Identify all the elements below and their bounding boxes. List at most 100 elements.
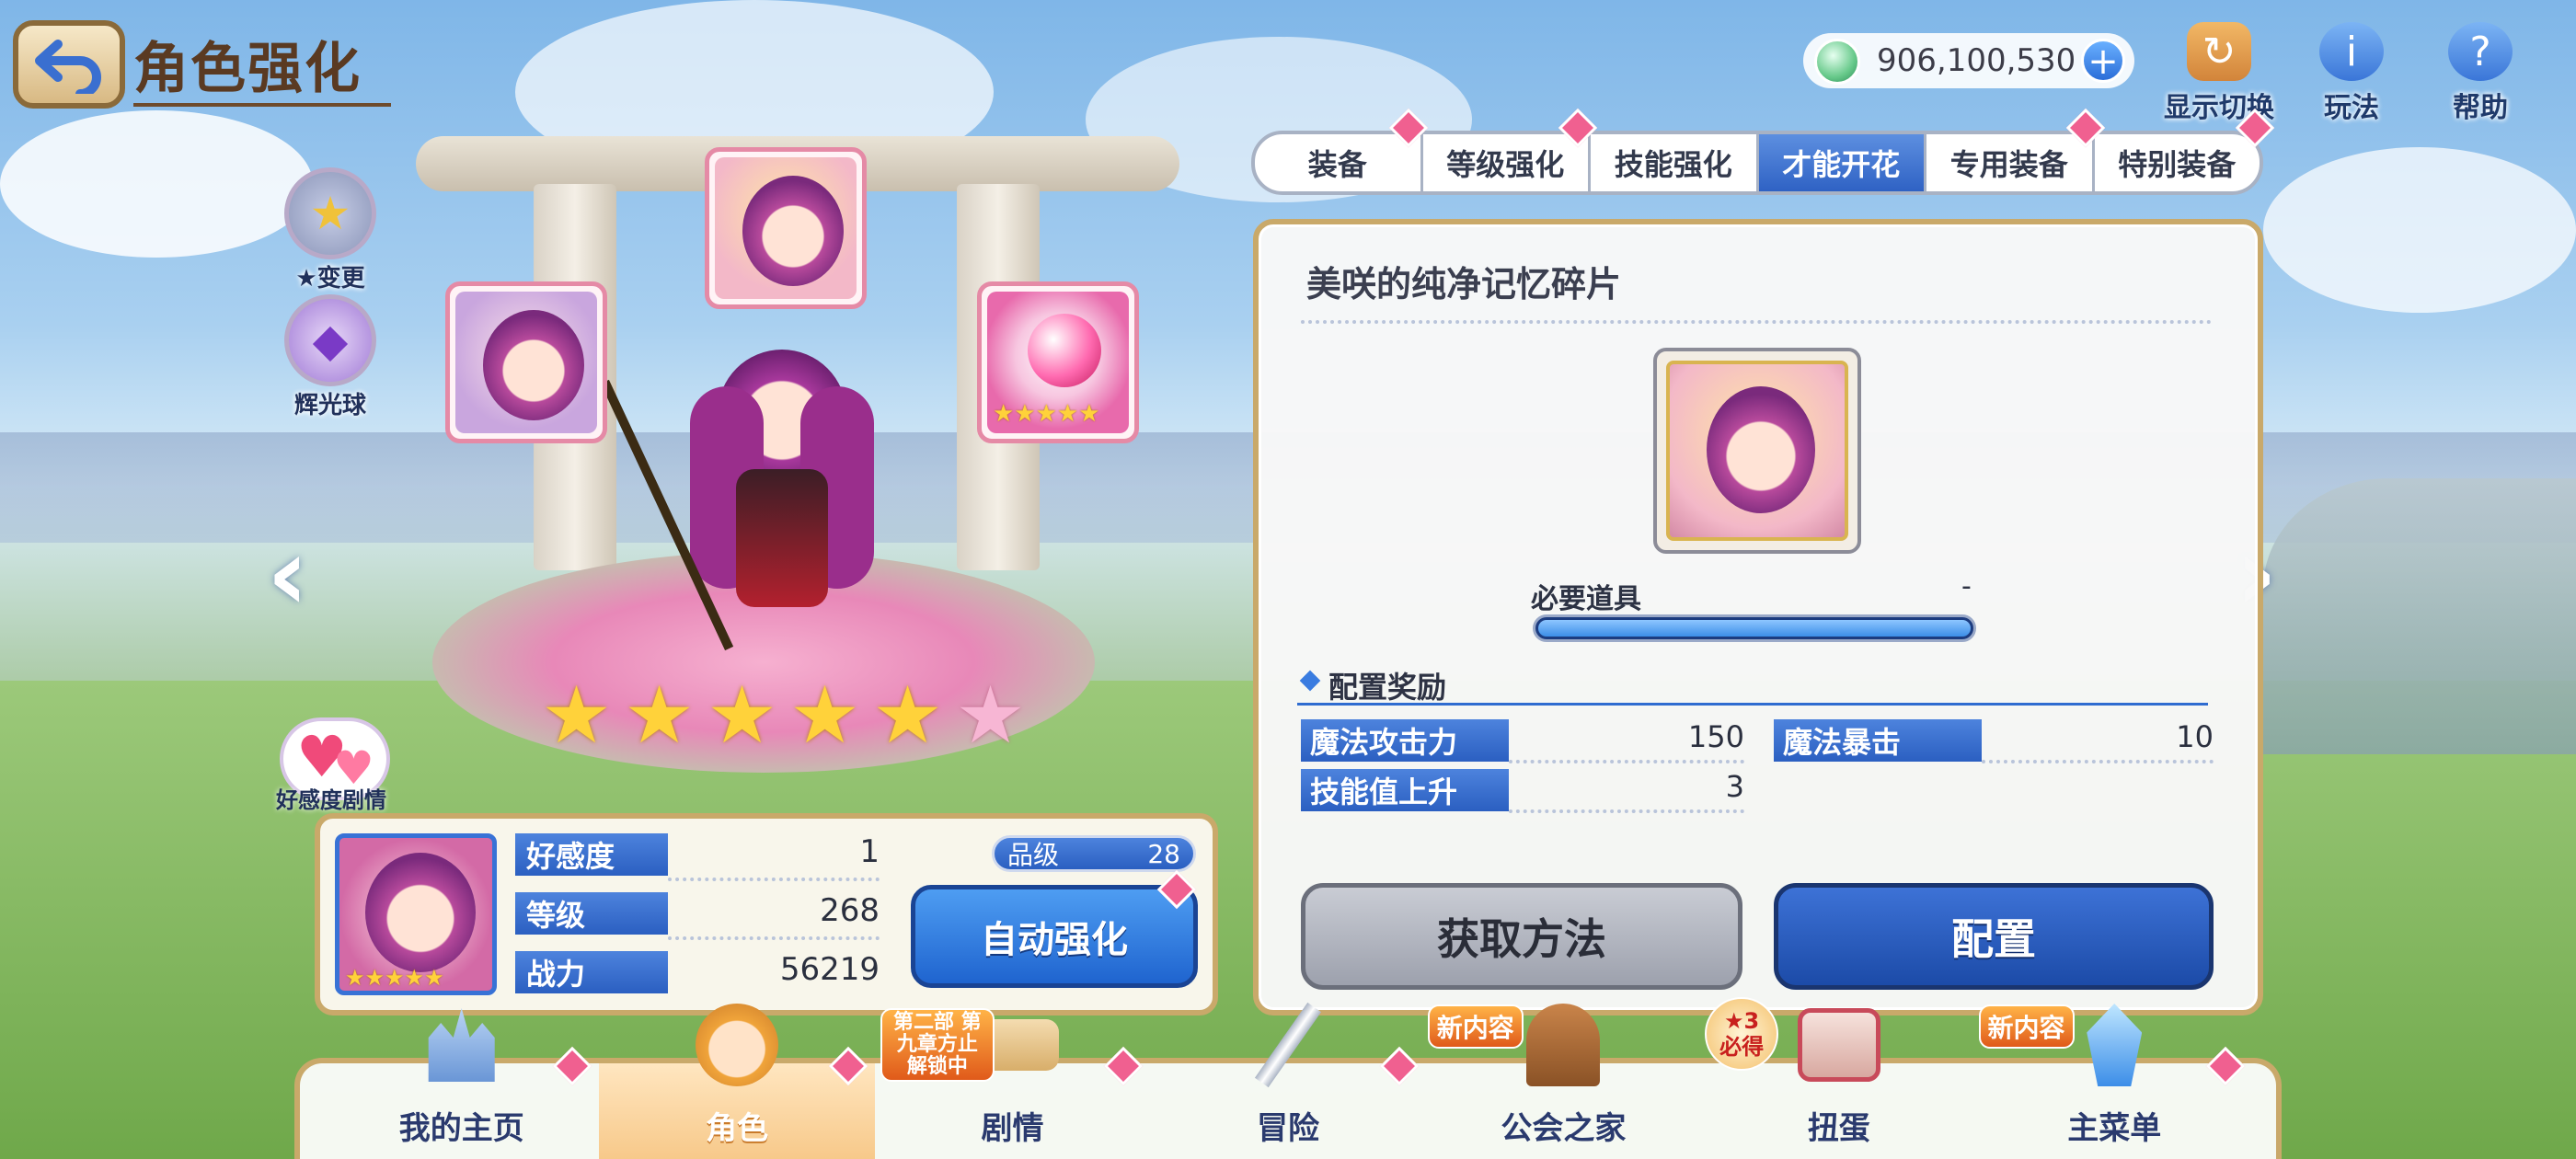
tab-equipment[interactable]: 装备	[1255, 134, 1423, 191]
star-filled-icon: ★	[789, 670, 861, 762]
stat-value-magic-attack: 150	[1687, 719, 1744, 754]
display-switch-button[interactable]: ↻ 显示切换	[2164, 22, 2274, 125]
required-item-label: 必要道具	[1531, 583, 1641, 615]
nav-label: 剧情	[981, 1110, 1044, 1147]
nav-label: 我的主页	[398, 1110, 524, 1147]
castle-icon	[411, 999, 512, 1091]
auto-enhance-button[interactable]: 自动强化	[911, 885, 1198, 988]
star-change-label: ★变更	[295, 265, 365, 293]
divider	[668, 878, 880, 881]
affinity-value: 1	[859, 833, 880, 870]
rank-badge: 品级 28	[992, 835, 1196, 872]
glow-orb-button[interactable]: ◆ 辉光球	[280, 294, 381, 420]
jewel-icon	[1814, 39, 1860, 85]
back-button[interactable]	[13, 20, 125, 109]
gameplay-label: 玩法	[2324, 92, 2379, 124]
auto-enhance-label: 自动强化	[981, 919, 1128, 961]
glow-orb-icon: ◆	[284, 294, 376, 386]
item-name: 美咲的纯净记忆碎片	[1306, 264, 1622, 304]
tab-special-equipment[interactable]: 特别装备	[2095, 134, 2260, 191]
help-icon: ?	[2448, 22, 2513, 81]
stat-label-tp-up: 技能值上升	[1301, 769, 1509, 811]
required-item-progress	[1533, 614, 1976, 642]
obtain-method-label: 获取方法	[1437, 914, 1606, 964]
nav-label: 公会之家	[1501, 1110, 1627, 1147]
previous-character-arrow-icon[interactable]: ‹	[267, 515, 308, 633]
reward-section-title: 配置奖励	[1328, 670, 1447, 705]
nav-adventure[interactable]: 冒险	[1150, 1002, 1425, 1159]
gacha-icon	[1788, 999, 1890, 1091]
rank-value: 28	[1147, 838, 1180, 869]
nav-main-menu[interactable]: 新内容 主菜单	[1977, 1004, 2252, 1159]
memory-piece-slot-selected[interactable]	[705, 147, 867, 309]
star-change-icon: ★	[284, 167, 376, 259]
glow-orb-slot[interactable]: ★★★★★	[977, 281, 1139, 443]
info-icon: i	[2319, 22, 2384, 81]
star-change-button[interactable]: ★ ★变更	[280, 167, 381, 293]
bottom-navigation: 我的主页 角色 第二部 第九章方止 解锁中 剧情 冒险 新内容 公会之家 ★3 …	[294, 997, 2282, 1159]
help-label: 帮助	[2453, 92, 2508, 124]
help-button[interactable]: ? 帮助	[2425, 22, 2536, 125]
nav-label: 扭蛋	[1807, 1110, 1870, 1147]
page-title: 角色强化	[133, 37, 362, 101]
rank-label: 品级	[1007, 840, 1060, 870]
divider	[1509, 760, 1744, 763]
nav-gacha[interactable]: ★3 必得 扭蛋	[1701, 997, 1976, 1159]
star-filled-icon: ★	[541, 670, 613, 762]
stat-value-magic-crit: 10	[2176, 719, 2214, 754]
gameplay-button[interactable]: i 玩法	[2296, 22, 2407, 125]
new-content-badge: 新内容	[1427, 1004, 1524, 1049]
orb-star-rating: ★★★★★	[993, 400, 1100, 428]
required-item-progress-fill	[1538, 620, 1971, 637]
affinity-story-label: 好感度剧情	[276, 787, 386, 813]
nav-my-home[interactable]: 我的主页	[324, 1008, 599, 1159]
equip-label: 配置	[1951, 914, 2036, 964]
nav-character[interactable]: 角色	[599, 1004, 875, 1159]
star-empty-icon: ★	[955, 670, 1027, 762]
avatar-star-rating: ★★★★★	[345, 965, 444, 991]
memory-piece-icon	[1666, 361, 1848, 541]
nav-guild-house[interactable]: 新内容 公会之家	[1426, 1004, 1701, 1159]
star-filled-icon: ★	[707, 670, 778, 762]
stat-value-tp-up: 3	[1725, 769, 1744, 804]
crystal-icon	[2064, 999, 2165, 1091]
level-label: 等级	[515, 892, 668, 935]
divider	[1509, 809, 1744, 813]
character-icon	[686, 999, 788, 1091]
obtain-method-button[interactable]: 获取方法	[1301, 883, 1742, 990]
section-underline	[1297, 703, 2208, 706]
guaranteed-badge: ★3 必得	[1705, 997, 1779, 1071]
story-unlock-badge: 第二部 第九章方止 解锁中	[880, 1008, 995, 1082]
guild-door-icon	[1512, 999, 1614, 1091]
power-label: 战力	[515, 951, 668, 993]
background-cloud	[2263, 147, 2576, 313]
character-avatar[interactable]: ★★★★★	[335, 833, 497, 995]
required-item-value: -	[1961, 570, 1972, 602]
affinity-label: 好感度	[515, 833, 668, 876]
star-filled-icon: ★	[872, 670, 944, 762]
stat-label-magic-attack: 魔法攻击力	[1301, 719, 1509, 762]
equip-button[interactable]: 配置	[1774, 883, 2214, 990]
add-currency-button[interactable]: +	[2081, 39, 2125, 83]
star-filled-icon: ★	[624, 670, 696, 762]
stat-label-magic-crit: 魔法暴击	[1774, 719, 1982, 762]
tab-skill-up[interactable]: 技能强化	[1591, 134, 1759, 191]
level-value: 268	[820, 892, 880, 929]
character-sprite	[600, 350, 883, 662]
back-arrow-icon	[35, 40, 101, 94]
tab-level-up[interactable]: 等级强化	[1423, 134, 1591, 191]
tab-unique-equipment[interactable]: 专用装备	[1926, 134, 2095, 191]
power-value: 56219	[779, 951, 880, 988]
unit-portrait-slot[interactable]	[445, 281, 607, 443]
title-underline	[133, 103, 391, 107]
tab-talent-bloom[interactable]: 才能开花	[1758, 134, 1926, 191]
new-content-badge: 新内容	[1978, 1004, 2075, 1049]
divider	[668, 936, 880, 940]
sword-icon	[1237, 999, 1339, 1091]
divider	[1982, 760, 2214, 763]
nav-label: 冒险	[1256, 1110, 1319, 1147]
nav-label: 主菜单	[2067, 1110, 2162, 1147]
currency-value: 906,100,530	[1877, 42, 2076, 79]
glow-orb-label: 辉光球	[293, 392, 366, 419]
nav-story[interactable]: 第二部 第九章方止 解锁中 剧情	[875, 1008, 1150, 1159]
